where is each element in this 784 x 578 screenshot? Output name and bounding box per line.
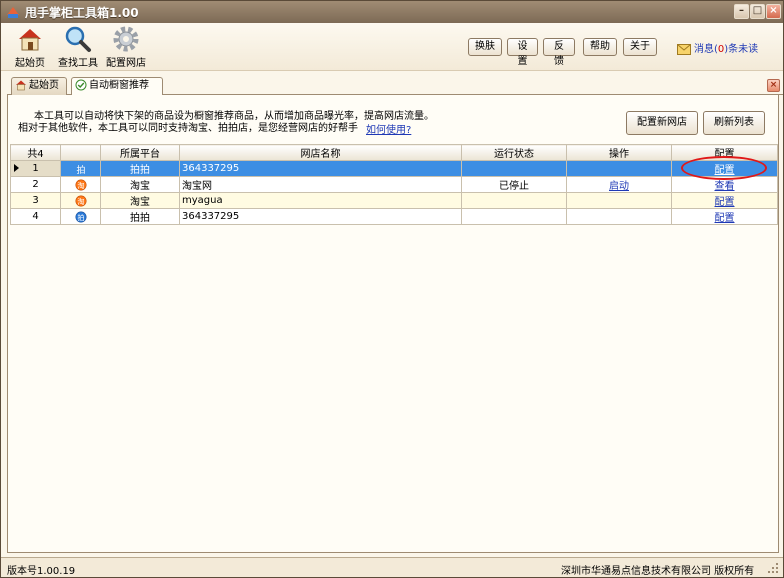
start-link[interactable]: 启动 (609, 181, 629, 192)
platform-icon-cell: 淘 (60, 176, 101, 193)
title-bar: 甩手掌柜工具箱1.00 – □ × (1, 1, 783, 23)
action-cell: 启动 (566, 176, 672, 193)
row-number: 3 (10, 192, 61, 209)
home-icon (16, 80, 26, 91)
tool-home[interactable]: 起始页 (3, 25, 57, 69)
column-header-count[interactable]: 共4 (10, 144, 61, 161)
config-link[interactable]: 配置 (715, 197, 735, 208)
close-window-button[interactable]: × (766, 4, 781, 19)
tool-find[interactable]: 查找工具 (51, 25, 105, 69)
feedback-button[interactable]: 反馈 (543, 38, 575, 67)
status-cell (461, 160, 567, 177)
status-cell (461, 192, 567, 209)
status-bar: 版本号1.00.19 深圳市华通易点信息技术有限公司 版权所有 (1, 557, 783, 577)
resize-grip-icon[interactable] (767, 562, 779, 574)
platform-icon-cell: 拍 (60, 208, 101, 225)
table-row[interactable]: 4 拍 拍拍 364337295 配置 (10, 208, 778, 225)
row-number: 4 (10, 208, 61, 225)
envelope-icon (677, 43, 691, 55)
column-header-action[interactable]: 操作 (566, 144, 672, 161)
action-cell (566, 160, 672, 177)
paipai-icon: 拍 (76, 164, 85, 175)
tab-strip: 起始页 自动橱窗推荐 × (7, 77, 783, 96)
table-row[interactable]: 1 拍 拍拍 364337295 配置 (10, 160, 778, 177)
platform-cell: 淘宝 (100, 176, 180, 193)
maximize-button[interactable]: □ (750, 4, 765, 19)
platform-cell: 淘宝 (100, 192, 180, 209)
shop-name-cell: 364337295 (179, 160, 462, 177)
action-cell (566, 208, 672, 225)
row-number: 1 (10, 160, 61, 177)
version-label: 版本号1.00.19 (7, 566, 76, 577)
how-to-use-link[interactable]: 如何使用? (366, 121, 411, 136)
svg-text:拍: 拍 (77, 213, 84, 222)
taobao-icon: 淘 (75, 179, 86, 190)
highlight-circle-annotation (681, 156, 767, 180)
help-button[interactable]: 帮助 (583, 38, 617, 56)
taobao-icon: 淘 (75, 195, 86, 206)
status-cell (461, 208, 567, 225)
minimize-button[interactable]: – (734, 4, 749, 19)
shop-grid: 共4 所属平台 网店名称 运行状态 操作 配置 1 拍 拍拍 364337295… (10, 144, 778, 225)
platform-cell: 拍拍 (100, 208, 180, 225)
toolbar: 起始页 查找工具 配置网店 换肤 设置 反馈 帮助 关于 消息(0)条未读 (1, 23, 783, 71)
row-number: 2 (10, 176, 61, 193)
tab-home[interactable]: 起始页 (11, 77, 67, 95)
gear-icon (113, 26, 139, 52)
content-panel: 本工具可以自动将快下架的商品设为橱窗推荐商品，从而增加商品曝光率，提高网店流量。… (7, 95, 779, 553)
action-cell (566, 192, 672, 209)
settings-button[interactable]: 设置 (507, 38, 538, 67)
column-header-platform[interactable]: 所属平台 (100, 144, 180, 161)
platform-icon-cell: 拍 (60, 160, 101, 177)
shop-name-cell: 364337295 (179, 208, 462, 225)
view-link[interactable]: 查看 (715, 181, 735, 192)
app-logo-icon (7, 7, 19, 18)
column-header-status[interactable]: 运行状态 (461, 144, 567, 161)
config-cell: 配置 (671, 208, 778, 225)
tab-auto-window-recommend[interactable]: 自动橱窗推荐 (71, 77, 163, 96)
shop-name-cell: 淘宝网 (179, 176, 462, 193)
tool-config-shop[interactable]: 配置网店 (99, 25, 153, 69)
column-header-shop-name[interactable]: 网店名称 (179, 144, 462, 161)
table-row[interactable]: 3 淘 淘宝 myagua 配置 (10, 192, 778, 209)
grid-header-row: 共4 所属平台 网店名称 运行状态 操作 配置 (10, 144, 778, 161)
about-button[interactable]: 关于 (623, 38, 657, 56)
current-row-arrow-icon (14, 164, 19, 172)
platform-icon-cell: 淘 (60, 192, 101, 209)
home-icon (19, 29, 41, 51)
svg-text:淘: 淘 (77, 197, 84, 206)
description-line-2: 相对于其他软件，本工具可以同时支持淘宝、拍拍店，是您经营网店的好帮手 (18, 123, 358, 134)
table-row[interactable]: 2 淘 淘宝 淘宝网 已停止 启动 查看 (10, 176, 778, 193)
check-icon (75, 79, 87, 91)
paipai-icon: 拍 (75, 211, 86, 222)
config-link[interactable]: 配置 (715, 213, 735, 224)
app-window: 甩手掌柜工具箱1.00 – □ × 起始页 查找工具 配置网店 换肤 设置 反馈… (0, 0, 784, 578)
close-tab-button[interactable]: × (767, 79, 780, 92)
copyright-label: 深圳市华通易点信息技术有限公司 版权所有 (561, 566, 755, 577)
unread-messages-link[interactable]: 消息(0)条未读 (677, 40, 758, 55)
svg-text:淘: 淘 (77, 181, 84, 190)
svg-text:拍: 拍 (76, 164, 85, 175)
shop-name-cell: myagua (179, 192, 462, 209)
config-cell: 配置 (671, 192, 778, 209)
column-header-icon[interactable] (60, 144, 101, 161)
magnifier-icon (65, 26, 91, 52)
status-cell: 已停止 (461, 176, 567, 193)
refresh-list-button[interactable]: 刷新列表 (703, 111, 765, 135)
platform-cell: 拍拍 (100, 160, 180, 177)
window-title: 甩手掌柜工具箱1.00 (25, 6, 139, 20)
config-new-shop-button[interactable]: 配置新网店 (626, 111, 698, 135)
skin-button[interactable]: 换肤 (468, 38, 502, 56)
